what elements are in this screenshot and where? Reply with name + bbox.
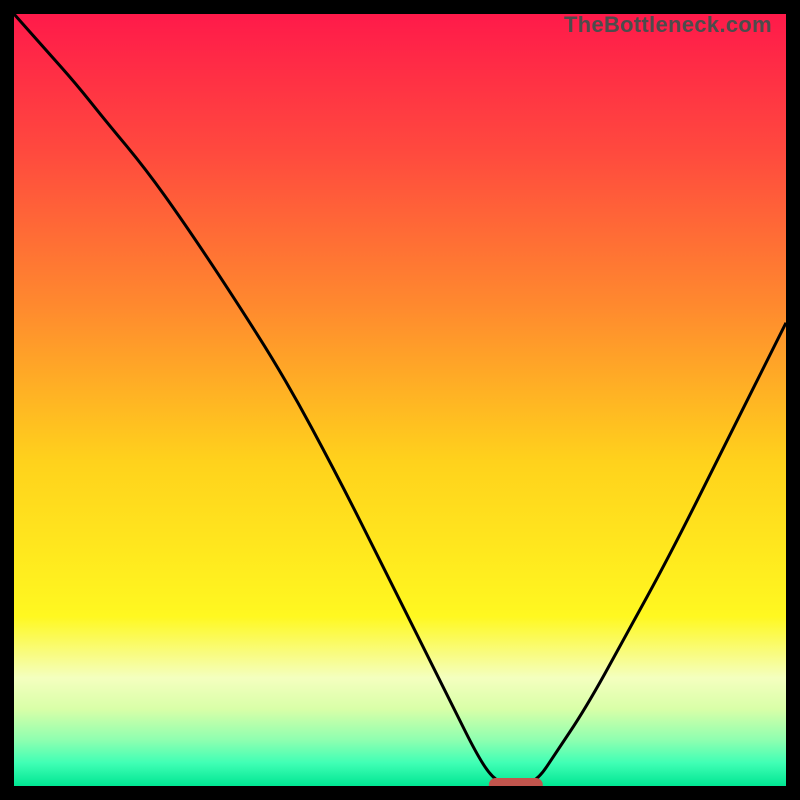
bottleneck-chart xyxy=(14,14,786,786)
chart-frame: TheBottleneck.com xyxy=(0,0,800,800)
plot-area: TheBottleneck.com xyxy=(14,14,786,786)
optimum-marker xyxy=(489,778,543,786)
background-gradient xyxy=(14,14,786,786)
